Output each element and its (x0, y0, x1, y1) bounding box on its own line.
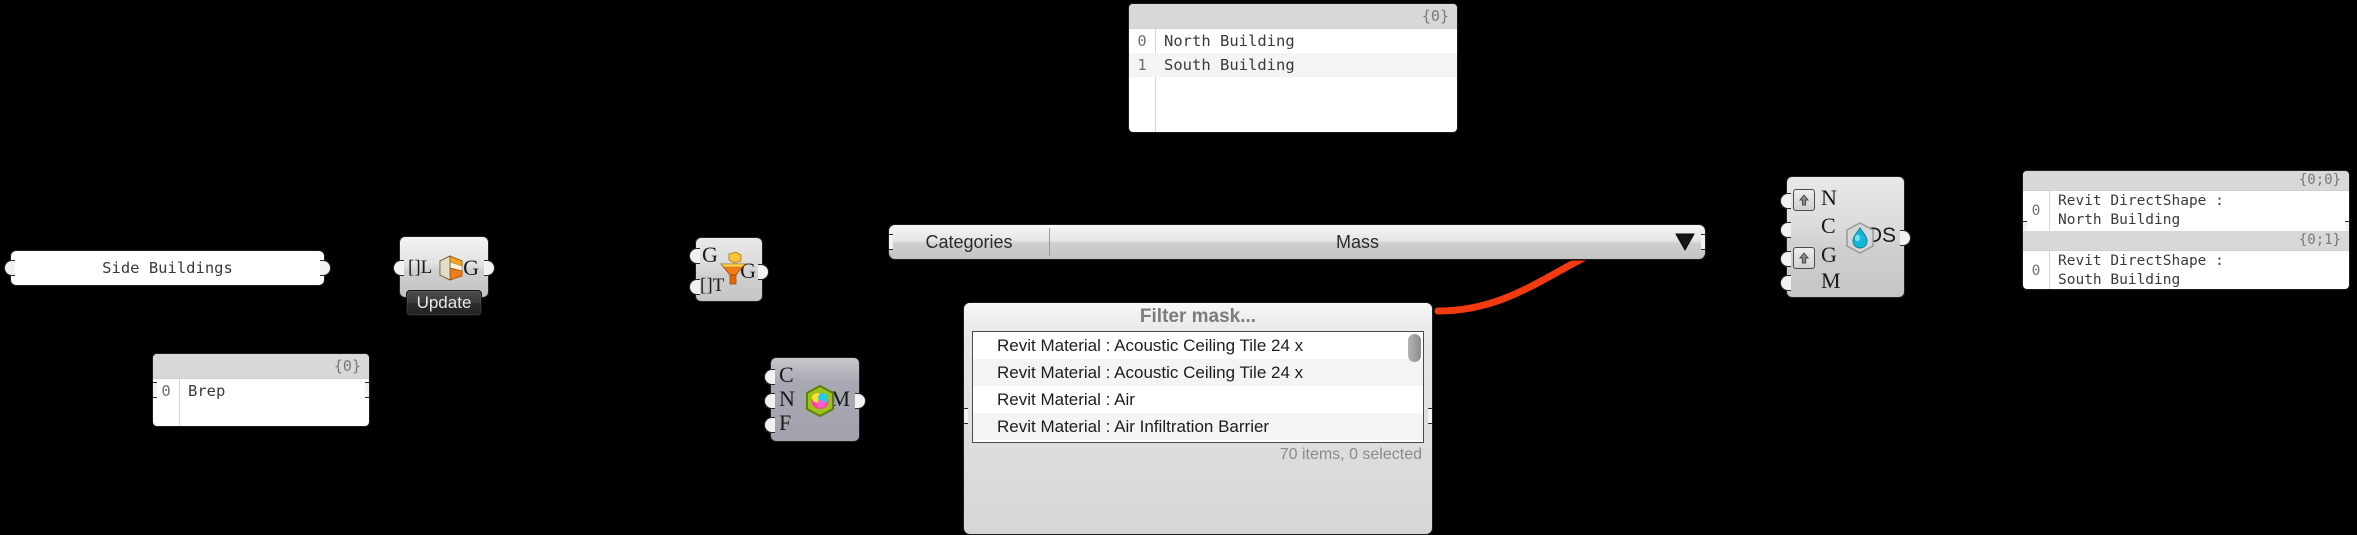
table-row: 0 Revit DirectShape : North Building (2023, 191, 2349, 231)
panel-input-port[interactable] (4, 260, 15, 276)
directshape-panel[interactable]: {0;0} 0 Revit DirectShape : North Buildi… (2022, 170, 2350, 290)
chevron-down-icon[interactable] (1665, 231, 1705, 253)
brep-panel-path: {0} (333, 357, 361, 375)
update-input-port[interactable] (393, 260, 404, 276)
filter-mask-output-port[interactable] (1428, 408, 1432, 424)
row-index: 0 (161, 382, 171, 400)
material-input-port-c[interactable] (764, 369, 775, 385)
directshape-hex-icon (1844, 221, 1876, 260)
brep-panel-header: {0} (153, 354, 369, 379)
list-item[interactable]: Revit Material : Acoustic Ceiling Tile 2… (973, 359, 1423, 386)
geometry-input-port-t[interactable] (689, 279, 700, 295)
row-index: 0 (1137, 32, 1147, 50)
directshape-component[interactable]: N C G M DS (1780, 176, 1911, 298)
geometry-input-label-g: G (702, 242, 718, 267)
row-index: 1 (1137, 56, 1147, 74)
value-list-input-port[interactable] (889, 234, 893, 250)
branch-path: {0;0} (2298, 172, 2341, 188)
row-value: Revit DirectShape : South Building (2058, 253, 2224, 288)
row-value: South Building (1164, 56, 1295, 74)
panel-output-port[interactable] (320, 260, 331, 276)
directshape-input-label-g: G (1821, 242, 1837, 267)
list-item[interactable]: Revit Material : Air Infiltration Barrie… (973, 413, 1423, 440)
filter-mask-status: 70 items, 0 selected (1279, 446, 1422, 463)
row-value: Brep (188, 382, 226, 400)
update-button[interactable]: Update (406, 290, 482, 316)
material-component[interactable]: C N F M (764, 357, 866, 442)
update-component[interactable]: []L G (393, 236, 495, 298)
persistent-data-icon-n[interactable] (1793, 189, 1815, 211)
directshape-output-port[interactable] (1900, 230, 1911, 246)
branch-header: {0;0} (2023, 171, 2349, 191)
row-index: 0 (2031, 262, 2041, 279)
directshape-input-label-c: C (1821, 213, 1836, 238)
geometry-transform-component[interactable]: G []T G (689, 237, 769, 302)
filter-mask-input-port[interactable] (964, 408, 968, 424)
update-output-port[interactable] (484, 260, 495, 276)
geometry-input-port-g[interactable] (689, 248, 700, 264)
row-value: North Building (1164, 32, 1295, 50)
value-list-name: Categories (925, 231, 1013, 252)
value-list-categories[interactable]: Categories Mass (888, 224, 1706, 260)
filter-mask-dialog[interactable]: Filter mask... Revit Material : Acoustic… (963, 302, 1433, 535)
table-row: 0 Revit DirectShape : South Building (2023, 251, 2349, 289)
directshape-input-port-c[interactable] (1780, 222, 1791, 238)
list-item[interactable]: Revit Material : Acoustic Ceiling Tile 2… (973, 332, 1423, 359)
material-input-port-f[interactable] (764, 417, 775, 433)
material-input-label-n: N (779, 386, 795, 411)
layered-brep-icon (436, 253, 466, 288)
side-buildings-text: Side Buildings (102, 259, 233, 277)
directshape-input-port-n[interactable] (1780, 193, 1791, 209)
branch-header: {0;1} (2023, 231, 2349, 251)
table-row: 0 North Building (1129, 29, 1457, 53)
persistent-data-icon-g[interactable] (1793, 247, 1815, 269)
material-input-port-n[interactable] (764, 393, 775, 409)
material-input-label-c: C (779, 362, 794, 387)
material-hex-icon (804, 384, 836, 423)
geometry-output-port[interactable] (758, 264, 769, 280)
transform-funnel-icon (718, 251, 748, 294)
update-input-label: []L (408, 257, 433, 278)
filter-mask-title: Filter mask... (964, 303, 1432, 331)
directshape-input-port-m[interactable] (1780, 275, 1791, 291)
names-panel-path: {0} (1421, 7, 1449, 25)
value-list-output-port[interactable] (1701, 234, 1705, 250)
list-item[interactable]: Revit Material : Air (973, 386, 1423, 413)
grasshopper-canvas[interactable]: Side Buildings {0} 0 Brep []L G Update G… (0, 0, 2357, 535)
material-input-label-f: F (779, 410, 792, 435)
branch-path: {0;1} (2298, 232, 2341, 248)
scrollbar-thumb[interactable] (1408, 334, 1421, 362)
side-buildings-panel[interactable]: Side Buildings (4, 250, 331, 286)
row-value: Revit DirectShape : North Building (2058, 193, 2224, 228)
row-index: 0 (2031, 202, 2041, 219)
directshape-input-label-n: N (1821, 185, 1837, 210)
names-panel[interactable]: {0} 0 North Building 1 South Building (1128, 3, 1458, 133)
material-output-port[interactable] (855, 393, 866, 409)
table-row: 1 South Building (1129, 53, 1457, 77)
directshape-input-port-g[interactable] (1780, 251, 1791, 267)
filter-mask-list[interactable]: Revit Material : Acoustic Ceiling Tile 2… (972, 331, 1424, 443)
names-panel-header: {0} (1129, 4, 1457, 29)
table-row: 0 Brep (153, 379, 369, 403)
brep-panel[interactable]: {0} 0 Brep (152, 353, 370, 427)
value-list-selected: Mass (1335, 231, 1379, 252)
directshape-input-label-m: M (1821, 268, 1841, 293)
